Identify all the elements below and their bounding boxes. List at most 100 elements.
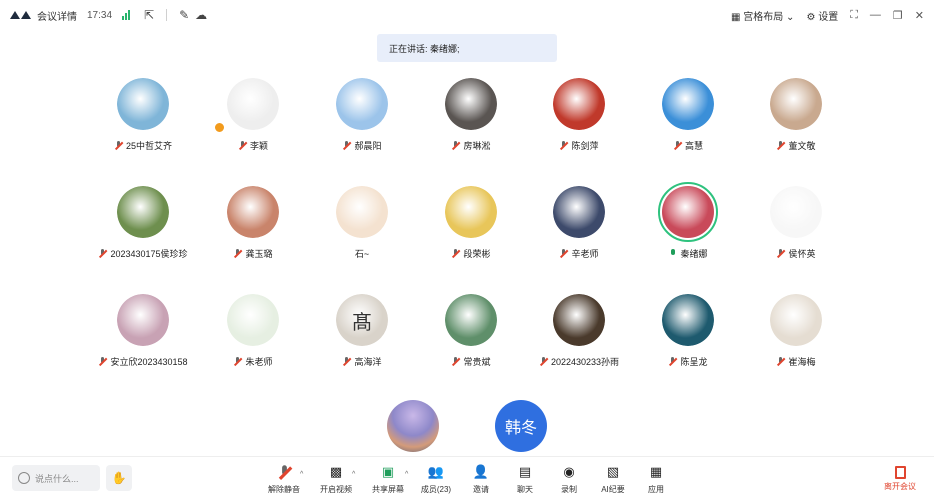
- settings-button[interactable]: ⚙ 设置: [806, 8, 838, 23]
- avatar-image: [662, 78, 714, 130]
- name-tile-avatar[interactable]: 韩冬: [495, 400, 547, 452]
- chat-button[interactable]: ▤ 聊天: [503, 463, 547, 495]
- mic-muted-icon: [539, 357, 548, 366]
- emoji-icon[interactable]: [18, 472, 30, 484]
- grid-layout-button[interactable]: ▦ 宫格布局 ⌄: [731, 8, 794, 23]
- share-screen-icon: ▣: [381, 464, 395, 479]
- title-bar: 会议详情 17:34 ⇱ ✎ ☁ ▦ 宫格布局 ⌄ ⚙ 设置 ⛶ — ❐ ✕: [0, 0, 934, 30]
- leave-meeting-button[interactable]: 离开会议: [880, 463, 920, 492]
- fullscreen-icon[interactable]: ⛶: [850, 9, 858, 22]
- participant-name: 2023430175侯珍珍: [110, 249, 188, 259]
- mic-muted-icon: [342, 357, 351, 366]
- record-button[interactable]: ◉ 录制: [547, 463, 591, 495]
- participant-name: 秦绪娜: [680, 249, 708, 259]
- meeting-toolbar: 说点什么... ✋ 解除静音 ^ ▩ 开启视频 ^ ▣ 共享屏幕 ^ 👥 成员(…: [0, 456, 934, 501]
- participant-name: 2022430233孙雨: [550, 357, 620, 367]
- raise-hand-button[interactable]: ✋: [106, 465, 132, 491]
- participant-tile[interactable]: 常贵斌: [411, 294, 531, 368]
- participant-tile[interactable]: 秦绪娜: [628, 182, 748, 260]
- participant-name: 辛老师: [571, 249, 599, 259]
- apps-button[interactable]: ▦ 应用: [634, 463, 678, 495]
- start-video-label: 开启视频: [320, 485, 352, 494]
- participant-tile[interactable]: 陈呈龙: [628, 294, 748, 368]
- avatar-image: [336, 78, 388, 130]
- ai-notes-button[interactable]: ▧ AI纪要: [591, 463, 635, 495]
- members-label: 成员(23): [420, 485, 452, 494]
- participant-tile[interactable]: 陈剑萍: [519, 78, 639, 152]
- avatar-image: [553, 294, 605, 346]
- avatar-image: [227, 78, 279, 130]
- record-label: 录制: [561, 485, 577, 494]
- participant-name: 房琳淞: [463, 141, 491, 151]
- invite-button[interactable]: 👤 邀请: [459, 463, 503, 495]
- participant-avatar: [336, 186, 388, 238]
- participant-name-row: 高慧: [628, 139, 748, 152]
- participant-tile[interactable]: 安立欣2023430158: [83, 294, 203, 368]
- grid-layout-label: 宫格布局: [743, 11, 784, 23]
- mic-muted-icon: [668, 357, 677, 366]
- audio-options-caret[interactable]: ^: [300, 471, 303, 478]
- participant-name: 高慧: [684, 141, 703, 151]
- meeting-time: 17:34: [87, 9, 113, 21]
- participant-tile[interactable]: 2022430233孙雨: [519, 294, 639, 368]
- minimize-icon[interactable]: —: [870, 9, 881, 21]
- share-options-caret[interactable]: ^: [405, 471, 408, 478]
- quick-chat-input[interactable]: 说点什么...: [12, 465, 100, 491]
- whiteboard-off-icon[interactable]: ✎: [179, 8, 189, 22]
- members-button[interactable]: 👥 成员(23): [414, 463, 458, 495]
- ai-notes-icon: ▧: [606, 464, 620, 479]
- participant-tile[interactable]: 崔海梅: [736, 294, 856, 368]
- participant-name-row: 高海洋: [302, 355, 422, 368]
- signal-strength-icon[interactable]: [122, 10, 131, 20]
- close-icon[interactable]: ✕: [915, 9, 924, 22]
- leave-icon: [880, 463, 920, 481]
- share-link-icon[interactable]: ⇱: [144, 8, 154, 22]
- participant-tile[interactable]: 朱老师: [193, 294, 313, 368]
- participant-tile[interactable]: 25中哲艾齐: [83, 78, 203, 152]
- participant-tile[interactable]: 高慧: [628, 78, 748, 152]
- participant-tile[interactable]: 郝晨阳: [302, 78, 422, 152]
- participant-avatar: [770, 294, 822, 346]
- participant-tile[interactable]: 2023430175侯珍珍: [83, 186, 203, 260]
- self-video-avatar[interactable]: [387, 400, 439, 452]
- participant-avatar: [770, 78, 822, 130]
- video-options-caret[interactable]: ^: [352, 471, 355, 478]
- avatar-image: [662, 186, 714, 238]
- speaking-banner: 正在讲话: 秦绪娜;: [377, 34, 557, 62]
- participant-avatar: [662, 78, 714, 130]
- mic-muted-icon: [559, 141, 568, 150]
- divider: [166, 9, 168, 21]
- participant-avatar: [658, 182, 718, 242]
- participant-avatar: [553, 294, 605, 346]
- meeting-details-link[interactable]: 会议详情: [37, 8, 77, 23]
- quick-chat-placeholder: 说点什么...: [35, 473, 79, 484]
- participant-name-row: 段荣彬: [411, 247, 531, 260]
- participant-tile[interactable]: 段荣彬: [411, 186, 531, 260]
- participant-name: 25中哲艾齐: [125, 141, 172, 151]
- participant-tile[interactable]: 辛老师: [519, 186, 639, 260]
- participant-tile[interactable]: 髙高海洋: [302, 294, 422, 368]
- participant-tile[interactable]: 侯怀英: [736, 186, 856, 260]
- avatar-image: [227, 294, 279, 346]
- share-screen-label: 共享屏幕: [372, 485, 404, 494]
- participant-name-row: 陈剑萍: [519, 139, 639, 152]
- participant-avatar: [770, 186, 822, 238]
- start-video-button[interactable]: ▩ 开启视频: [314, 463, 358, 495]
- cloud-record-icon[interactable]: ☁: [195, 8, 207, 22]
- participant-tile[interactable]: 董文敬: [736, 78, 856, 152]
- restore-icon[interactable]: ❐: [893, 9, 903, 22]
- participant-avatar: [553, 78, 605, 130]
- unmute-button[interactable]: 解除静音: [262, 463, 306, 495]
- participant-name: 李颖: [249, 141, 268, 151]
- participant-tile[interactable]: 房琳淞: [411, 78, 531, 152]
- participant-tile[interactable]: 李颖: [193, 78, 313, 152]
- mic-muted-icon: [776, 141, 785, 150]
- participant-tile[interactable]: 龚玉璐: [193, 186, 313, 260]
- mic-muted-icon: [98, 249, 107, 258]
- participant-name: 段荣彬: [463, 249, 491, 259]
- participant-name: 安立欣2023430158: [110, 357, 188, 367]
- participant-name-row: 安立欣2023430158: [83, 355, 203, 368]
- participant-tile[interactable]: 石~: [302, 186, 422, 260]
- participant-avatar: [336, 78, 388, 130]
- share-screen-button[interactable]: ▣ 共享屏幕: [366, 463, 410, 495]
